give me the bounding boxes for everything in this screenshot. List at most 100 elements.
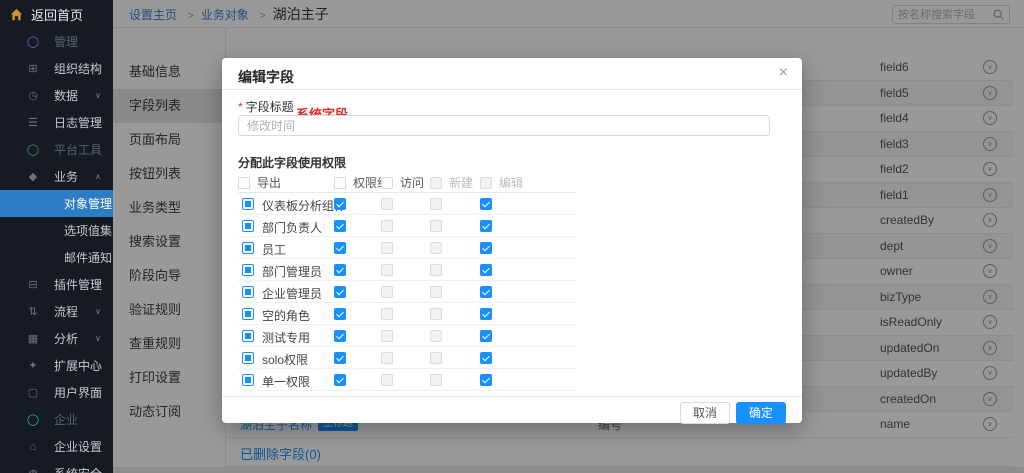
create-checkbox[interactable] [381,308,393,320]
sidebar-item-label: 选项值集 [64,222,112,239]
field-title-input[interactable] [238,115,770,136]
permission-row: 空的角色 [238,303,576,325]
edit-checkbox[interactable] [430,330,442,342]
sidebar: 返回首页 ◯ 管理 ⊞ 组织结构 ∨ ◷ 数据 ∨ ☰ 日志管理 [0,0,113,473]
create-checkbox[interactable] [381,264,393,276]
create-checkbox[interactable] [381,286,393,298]
export-checkbox[interactable] [480,198,492,210]
permission-table-header: 权限组 访问 新建 编辑 导出 [238,170,576,193]
cancel-button[interactable]: 取消 [680,402,730,424]
permission-row: 部门负责人 [238,215,576,237]
edit-checkbox[interactable] [430,198,442,210]
chevron-icon: ∨ [95,91,101,100]
sidebar-item[interactable]: 选项值集 [0,217,113,244]
sidebar-item[interactable]: ◯ 企业 [0,406,113,433]
edit-checkbox[interactable] [430,374,442,386]
row-select-checkbox[interactable] [242,352,254,364]
access-checkbox[interactable] [334,264,346,276]
back-home-button[interactable]: 返回首页 [0,0,113,28]
app-window: 返回首页 ◯ 管理 ⊞ 组织结构 ∨ ◷ 数据 ∨ ☰ 日志管理 [0,0,1024,473]
log-management-icon: ☰ [26,116,40,129]
create-checkbox[interactable] [381,352,393,364]
access-checkbox[interactable] [334,374,346,386]
row-select-checkbox[interactable] [242,198,254,210]
export-checkbox[interactable] [480,374,492,386]
sidebar-item[interactable]: ◯ 管理 [0,28,113,55]
chevron-icon: ∨ [95,442,101,451]
permission-column-header: 编辑 [480,174,523,191]
sidebar-item[interactable]: ✦ 扩展中心 ∨ [0,352,113,379]
plugin-management-icon: ⊟ [26,278,40,291]
column-checkbox[interactable] [238,177,250,189]
row-select-checkbox[interactable] [242,264,254,276]
sidebar-item[interactable]: ⌂ 企业设置 ∨ [0,433,113,460]
sidebar-item-label: 数据 [54,87,78,104]
sidebar-item[interactable]: ☰ 日志管理 ∨ [0,109,113,136]
sidebar-item[interactable]: ◍ 系统安全 [0,460,113,473]
access-checkbox[interactable] [334,352,346,364]
sidebar-item[interactable]: ▦ 分析 ∨ [0,325,113,352]
edit-checkbox[interactable] [430,286,442,298]
confirm-button[interactable]: 确定 [736,402,786,424]
permission-rows: 仪表板分析组件 部门负责人 员工 [238,193,576,391]
permission-group-name: 员工 [262,241,286,258]
create-checkbox[interactable] [381,242,393,254]
sidebar-item[interactable]: ▢ 用户界面 ∨ [0,379,113,406]
sidebar-item[interactable]: 邮件通知 [0,244,113,271]
sidebar-item[interactable]: ◯ 平台工具 [0,136,113,163]
sidebar-item[interactable]: ◆ 业务 ∧ [0,163,113,190]
access-checkbox[interactable] [334,220,346,232]
export-checkbox[interactable] [480,308,492,320]
row-select-checkbox[interactable] [242,220,254,232]
export-checkbox[interactable] [480,220,492,232]
sidebar-item-label: 系统安全 [54,465,102,473]
edit-checkbox[interactable] [430,242,442,254]
create-checkbox[interactable] [381,374,393,386]
export-checkbox[interactable] [480,286,492,298]
sidebar-item[interactable]: 对象管理 [0,190,113,217]
enterprise-icon: ◯ [26,413,40,426]
export-checkbox[interactable] [480,242,492,254]
chevron-icon: ∧ [95,172,101,181]
row-select-checkbox[interactable] [242,242,254,254]
column-checkbox[interactable] [334,177,346,189]
create-checkbox[interactable] [381,330,393,342]
access-checkbox[interactable] [334,286,346,298]
permission-table: 权限组 访问 新建 编辑 导出 [238,170,576,391]
row-select-checkbox[interactable] [242,330,254,342]
access-checkbox[interactable] [334,330,346,342]
permission-group-name: 测试专用 [262,329,310,346]
platform-tools-icon: ◯ [26,143,40,156]
create-checkbox[interactable] [381,220,393,232]
back-home-label: 返回首页 [31,5,83,24]
permission-section-title: 分配此字段使用权限 [238,154,346,171]
row-select-checkbox[interactable] [242,308,254,320]
enterprise-settings-icon: ⌂ [26,441,40,453]
access-checkbox[interactable] [334,198,346,210]
modal-header: 编辑字段 × [222,58,802,90]
sidebar-item[interactable]: ⇅ 流程 ∨ [0,298,113,325]
export-checkbox[interactable] [480,264,492,276]
edit-checkbox[interactable] [430,352,442,364]
field-title-label-text: 字段标题 [246,100,294,114]
row-select-checkbox[interactable] [242,286,254,298]
column-checkbox[interactable] [430,177,442,189]
column-checkbox[interactable] [381,177,393,189]
sidebar-item[interactable]: ⊞ 组织结构 ∨ [0,55,113,82]
export-checkbox[interactable] [480,352,492,364]
access-checkbox[interactable] [334,242,346,254]
column-checkbox[interactable] [480,177,492,189]
row-select-checkbox[interactable] [242,374,254,386]
edit-checkbox[interactable] [430,220,442,232]
create-checkbox[interactable] [381,198,393,210]
modal-footer: 取消 确定 [222,396,802,423]
sidebar-item[interactable]: ⊟ 插件管理 ∨ [0,271,113,298]
sidebar-item[interactable]: ◷ 数据 ∨ [0,82,113,109]
edit-checkbox[interactable] [430,308,442,320]
column-label: 新建 [449,174,473,191]
edit-checkbox[interactable] [430,264,442,276]
export-checkbox[interactable] [480,330,492,342]
access-checkbox[interactable] [334,308,346,320]
user-interface-icon: ▢ [26,386,40,399]
close-icon[interactable]: × [779,65,788,81]
